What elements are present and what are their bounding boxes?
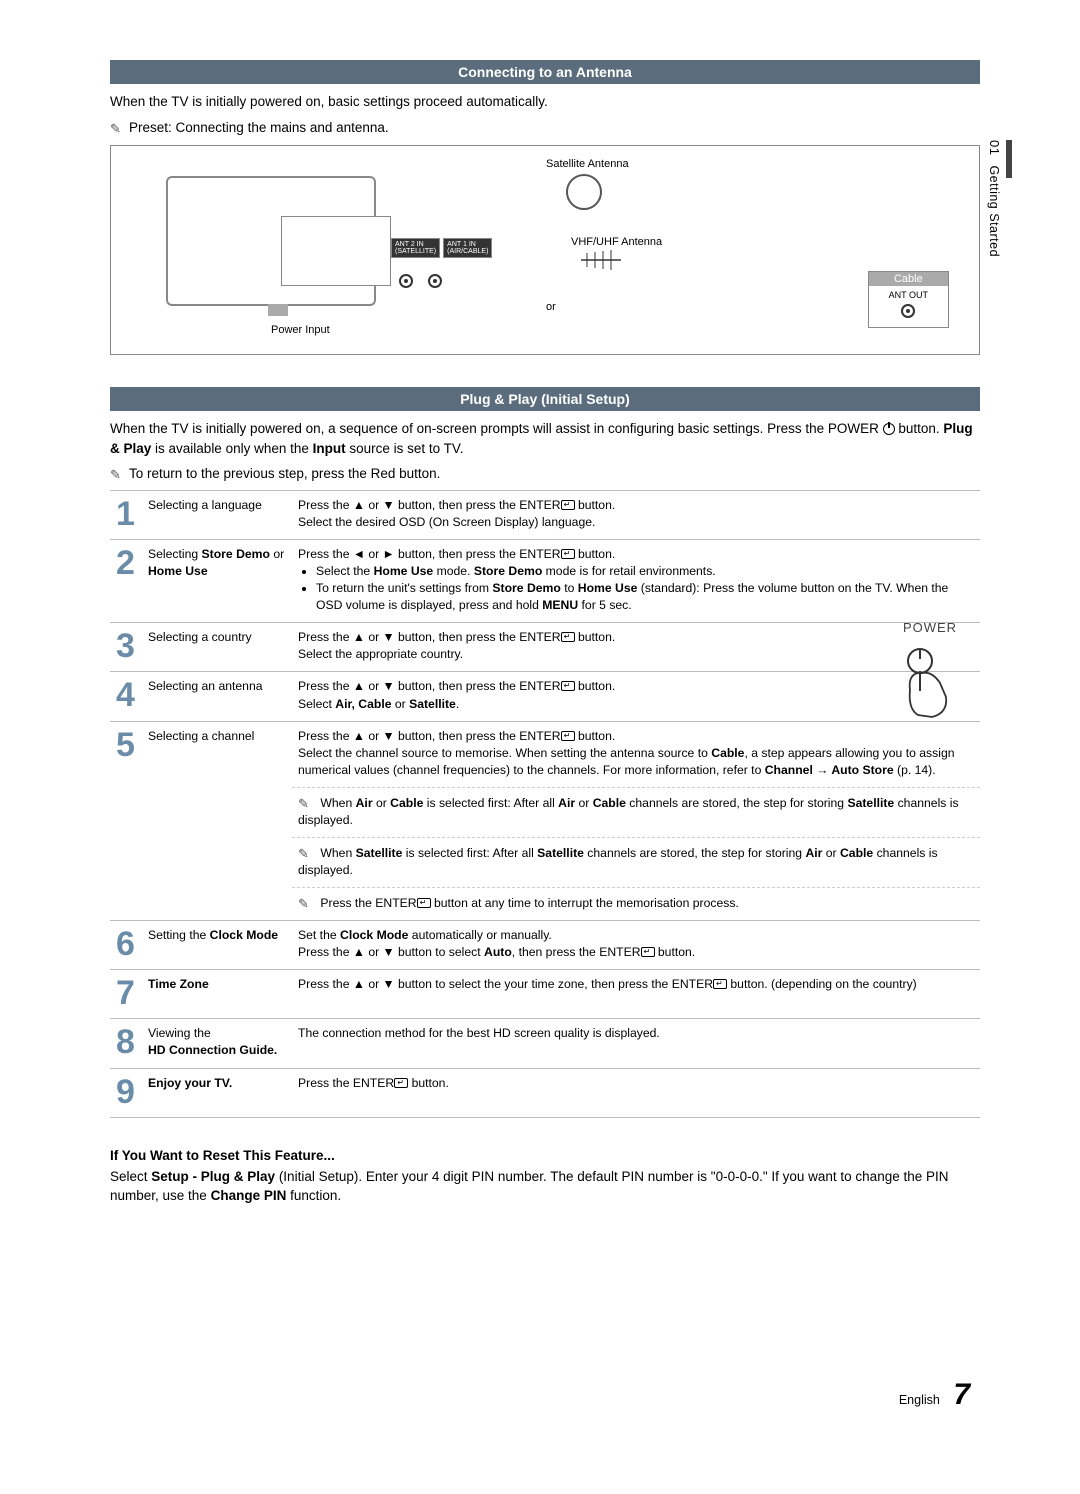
step-number: 6 <box>110 921 142 970</box>
hand-power-icon <box>890 635 970 725</box>
note-icon <box>298 895 313 907</box>
step-row-4: 4 Selecting an antenna Press the ▲ or ▼ … <box>110 672 980 721</box>
step-description: Press the ENTER button. <box>292 1068 980 1117</box>
step-number: 8 <box>110 1019 142 1068</box>
step-row-7: 7 Time Zone Press the ▲ or ▼ button to s… <box>110 970 980 1019</box>
antenna-diagram: ANT 2 IN (SATELLITE) ANT 1 IN (AIR/CABLE… <box>110 145 980 355</box>
ant1-port-label: ANT 1 IN (AIR/CABLE) <box>443 238 492 258</box>
enter-icon <box>561 731 575 741</box>
footer-language: English <box>899 1393 940 1407</box>
coax-icon <box>901 304 915 318</box>
note-icon <box>298 795 313 807</box>
antenna-preset-note: Preset: Connecting the mains and antenna… <box>110 118 980 138</box>
chapter-title: Getting Started <box>987 165 1001 257</box>
enter-icon <box>561 681 575 691</box>
chapter-tab: 01 Getting Started <box>987 140 1002 320</box>
step-description: Press the ▲ or ▼ button, then press the … <box>292 623 980 672</box>
step-label: Selecting a channel <box>142 721 292 921</box>
step-label: Enjoy your TV. <box>142 1068 292 1117</box>
step-description: Press the ▲ or ▼ button, then press the … <box>292 672 980 721</box>
power-icon <box>883 423 895 435</box>
reset-heading: If You Want to Reset This Feature... <box>110 1148 980 1163</box>
step-number: 2 <box>110 539 142 622</box>
step-number: 9 <box>110 1068 142 1117</box>
step-description: Set the Clock Mode automatically or manu… <box>292 921 980 970</box>
section-heading-antenna: Connecting to an Antenna <box>110 60 980 84</box>
step-label: Selecting a language <box>142 490 292 539</box>
power-label: POWER <box>890 620 970 635</box>
note-icon <box>298 845 313 857</box>
step-row-9: 9 Enjoy your TV. Press the ENTER button. <box>110 1068 980 1117</box>
coax-ports <box>399 274 442 291</box>
port-labels: ANT 2 IN (SATELLITE) ANT 1 IN (AIR/CABLE… <box>391 238 492 258</box>
step-label: Time Zone <box>142 970 292 1019</box>
step-row-1: 1 Selecting a language Press the ▲ or ▼ … <box>110 490 980 539</box>
step-number: 4 <box>110 672 142 721</box>
antenna-intro: When the TV is initially powered on, bas… <box>110 92 980 112</box>
step-label: Setting the Clock Mode <box>142 921 292 970</box>
steps-table: 1 Selecting a language Press the ▲ or ▼ … <box>110 490 980 1118</box>
step-label: Viewing the HD Connection Guide. <box>142 1019 292 1068</box>
power-input-label: Power Input <box>271 324 330 336</box>
ant2-port-label: ANT 2 IN (SATELLITE) <box>391 238 440 258</box>
page-footer: English 7 <box>899 1378 970 1412</box>
satellite-label: Satellite Antenna <box>546 158 629 170</box>
tv-rear-panel <box>281 216 391 286</box>
step-row-5: 5 Selecting a channel Press the ▲ or ▼ b… <box>110 721 980 787</box>
step-description: Press the ▲ or ▼ button, then press the … <box>292 721 980 787</box>
step-description: Press the ◄ or ► button, then press the … <box>292 539 980 622</box>
step-number: 1 <box>110 490 142 539</box>
step-row-6: 6 Setting the Clock Mode Set the Clock M… <box>110 921 980 970</box>
plugplay-return-note: To return to the previous step, press th… <box>110 464 980 484</box>
coax-icon <box>428 274 442 288</box>
step-description: Press the ▲ or ▼ button, then press the … <box>292 490 980 539</box>
step-description: Press the ▲ or ▼ button to select the yo… <box>292 970 980 1019</box>
step-number: 3 <box>110 623 142 672</box>
note-icon <box>110 119 125 131</box>
step-number: 5 <box>110 721 142 921</box>
plugplay-intro: When the TV is initially powered on, a s… <box>110 419 980 458</box>
reset-body: Select Setup - Plug & Play (Initial Setu… <box>110 1167 980 1206</box>
step-row-8: 8 Viewing the HD Connection Guide. The c… <box>110 1019 980 1068</box>
chapter-tab-bar <box>1006 140 1012 178</box>
chapter-number: 01 <box>987 140 1002 155</box>
step-label: Selecting a country <box>142 623 292 672</box>
step-description: The connection method for the best HD sc… <box>292 1019 980 1068</box>
vhf-uhf-label: VHF/UHF Antenna <box>571 236 662 248</box>
enter-icon <box>417 898 431 908</box>
enter-icon <box>561 500 575 510</box>
enter-icon <box>713 979 727 989</box>
or-label: or <box>546 301 556 313</box>
note-icon <box>110 465 125 477</box>
page-number: 7 <box>953 1378 970 1411</box>
step-label: Selecting Store Demo or Home Use <box>142 539 292 622</box>
step-row-3: 3 Selecting a country Press the ▲ or ▼ b… <box>110 623 980 672</box>
cable-box: Cable ANT OUT <box>868 271 949 328</box>
step-number: 7 <box>110 970 142 1019</box>
enter-icon <box>561 632 575 642</box>
enter-icon <box>394 1078 408 1088</box>
enter-icon <box>561 549 575 559</box>
section-heading-plugplay: Plug & Play (Initial Setup) <box>110 387 980 411</box>
remote-power-illustration: POWER <box>890 620 970 730</box>
enter-icon <box>641 947 655 957</box>
ant-out-label: ANT OUT <box>889 290 928 300</box>
step-row-2: 2 Selecting Store Demo or Home Use Press… <box>110 539 980 622</box>
cable-box-title: Cable <box>869 272 948 286</box>
vhf-antenna-icon <box>581 250 621 270</box>
coax-icon <box>399 274 413 288</box>
step-label: Selecting an antenna <box>142 672 292 721</box>
satellite-dish-icon <box>566 174 602 210</box>
